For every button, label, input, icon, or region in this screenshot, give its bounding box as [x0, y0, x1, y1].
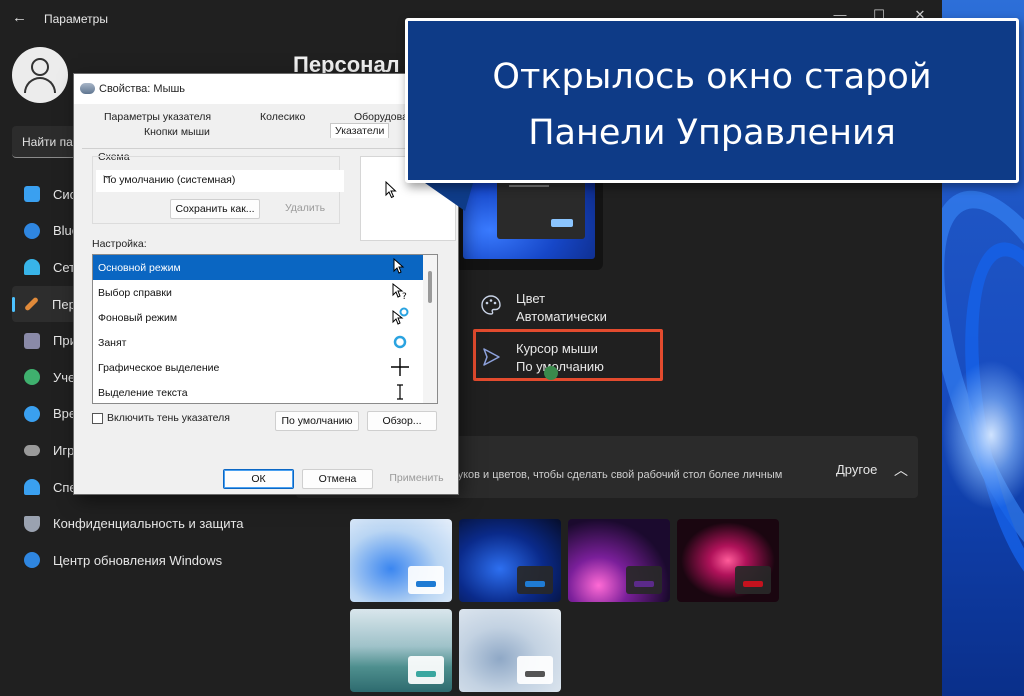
ok-button[interactable]: ОК — [223, 469, 294, 489]
chevron-up-icon[interactable]: ︿ — [894, 460, 908, 480]
palette-icon — [481, 295, 501, 315]
sidebar-item-label: Центр обновления Windows — [53, 552, 223, 568]
mouse-icon — [80, 83, 95, 94]
theme-badge — [408, 656, 444, 684]
arrow-left-icon[interactable]: ← — [12, 10, 28, 26]
text-cursor-icon — [397, 384, 403, 400]
shield-icon — [24, 515, 40, 532]
theme-thumbnail[interactable] — [459, 609, 561, 692]
theme-badge — [735, 566, 771, 594]
cursor-list[interactable]: Основной режим Выбор справки ? Фоновый р… — [92, 254, 438, 404]
list-item-label: Выделение текста — [98, 387, 188, 399]
avatar[interactable] — [12, 47, 68, 103]
themes-toggle-label: Другое — [836, 462, 878, 477]
tab-pointers[interactable]: Указатели — [330, 123, 390, 138]
brush-icon — [24, 296, 39, 312]
pointer-shadow-label: Включить тень указателя — [107, 412, 230, 424]
browse-button[interactable]: Обзор... — [367, 411, 437, 431]
user-icon — [31, 58, 49, 76]
sidebar-item-label: Пер — [52, 296, 76, 312]
customize-label: Настройка: — [92, 238, 147, 250]
sidebar-item-label: Вре — [53, 406, 77, 422]
mouse-properties-dialog: Свойства: Мышь Параметры указателя Колес… — [74, 74, 458, 494]
option-subtitle: Автоматически — [516, 309, 607, 324]
tab-pointer-options[interactable]: Параметры указателя — [104, 111, 211, 123]
help-cursor-icon: ? — [392, 282, 407, 302]
callout-pointer — [425, 183, 473, 211]
list-item-label: Фоновый режим — [98, 312, 178, 324]
theme-thumbnail[interactable] — [568, 519, 670, 602]
cancel-button[interactable]: Отмена — [302, 469, 373, 489]
globe-icon — [24, 405, 40, 422]
tab-wheel[interactable]: Колесико — [260, 111, 305, 123]
accessibility-icon — [24, 479, 40, 496]
apply-button[interactable]: Применить — [381, 469, 452, 489]
theme-badge — [517, 566, 553, 594]
update-icon — [24, 552, 40, 569]
list-item[interactable]: Выделение текста — [93, 380, 437, 403]
list-item[interactable]: Основной режим — [93, 255, 423, 280]
arrow-cursor-icon — [385, 181, 397, 199]
theme-thumbnail[interactable] — [350, 519, 452, 602]
scrollbar-thumb[interactable] — [428, 271, 432, 303]
theme-badge — [517, 656, 553, 684]
list-item-label: Занят — [98, 337, 127, 349]
list-item[interactable]: Графическое выделение — [93, 355, 437, 380]
sidebar-item-label: Сет — [53, 259, 76, 275]
sidebar-item-windows-update[interactable]: Центр обновления Windows — [12, 542, 282, 579]
pointer-shadow-checkbox[interactable] — [92, 413, 103, 424]
preview-window — [497, 175, 585, 239]
display-icon — [24, 186, 40, 203]
bluetooth-icon — [24, 222, 40, 239]
apps-icon — [24, 332, 40, 349]
gamepad-icon — [24, 444, 40, 456]
sidebar-item-privacy[interactable]: Конфиденциальность и защита — [12, 505, 282, 542]
highlight-frame — [473, 329, 663, 381]
theme-badge — [626, 566, 662, 594]
theme-thumbnail[interactable] — [459, 519, 561, 602]
list-item[interactable]: Выбор справки ? — [93, 280, 437, 305]
annotation-callout: Открылось окно старой Панели Управления — [405, 18, 1019, 183]
option-title: Цвет — [516, 291, 546, 306]
theme-badge — [408, 566, 444, 594]
wifi-icon — [24, 259, 40, 276]
scheme-select[interactable]: По умолчанию (системная) ﹀ — [96, 170, 344, 192]
tab-buttons[interactable]: Кнопки мыши — [144, 126, 210, 138]
svg-text:?: ? — [402, 292, 407, 302]
use-default-button[interactable]: По умолчанию — [275, 411, 359, 431]
chevron-down-icon: ﹀ — [103, 175, 113, 185]
list-item-label: Основной режим — [98, 262, 181, 274]
dialog-title: Свойства: Мышь — [99, 83, 186, 95]
sidebar-item-label: Игр — [53, 442, 75, 458]
working-cursor-icon — [392, 307, 409, 325]
wallpaper-glow — [942, 360, 1024, 510]
save-as-button[interactable]: Сохранить как... — [170, 199, 260, 219]
theme-thumbnail[interactable] — [350, 609, 452, 692]
list-item[interactable]: Фоновый режим — [93, 305, 437, 330]
list-item-label: Графическое выделение — [98, 362, 220, 374]
tab-hardware[interactable]: Оборудова — [354, 111, 408, 123]
click-indicator — [544, 366, 558, 380]
search-placeholder: Найти па — [22, 135, 73, 149]
callout-line: Открылось окно старой — [492, 57, 932, 97]
sidebar-item-label: Сис — [53, 186, 77, 202]
list-item[interactable]: Занят — [93, 330, 437, 355]
busy-cursor-icon — [393, 335, 407, 349]
theme-thumbnail[interactable] — [677, 519, 779, 602]
dialog-title-bar: Свойства: Мышь — [74, 74, 458, 104]
list-scrollbar[interactable] — [423, 255, 437, 403]
sidebar-item-label: Уче — [53, 369, 76, 385]
themes-description: вуков и цветов, чтобы сделать свой рабоч… — [452, 469, 783, 481]
sidebar-item-label: Конфиденциальность и защита — [53, 516, 244, 532]
arrow-cursor-icon — [393, 257, 405, 274]
callout-line: Панели Управления — [528, 113, 896, 153]
list-item-label: Выбор справки — [98, 287, 172, 299]
app-title: Параметры — [44, 12, 108, 26]
crosshair-cursor-icon — [391, 358, 409, 376]
person-icon — [24, 369, 40, 386]
delete-button[interactable]: Удалить — [274, 199, 336, 219]
user-icon — [24, 77, 56, 93]
